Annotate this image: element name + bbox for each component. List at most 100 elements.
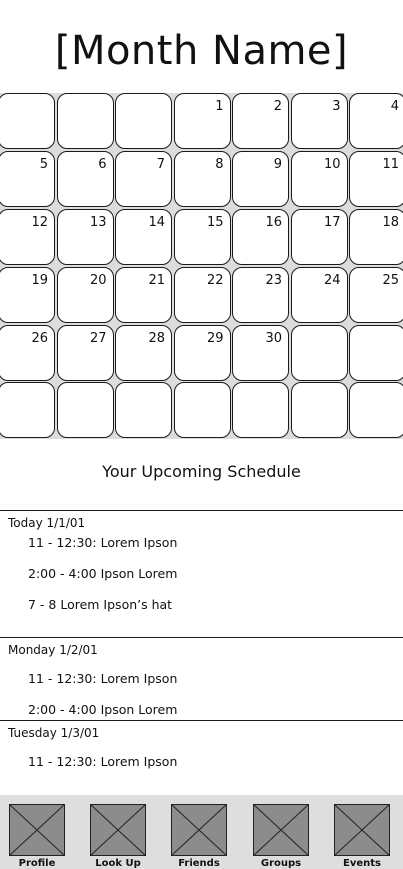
- tab-events[interactable]: Events: [333, 804, 391, 869]
- tab-label: Profile: [18, 858, 56, 869]
- calendar-day-cell[interactable]: 18: [349, 208, 403, 265]
- calendar-day-cell[interactable]: 21: [115, 266, 172, 323]
- tab-groups[interactable]: Groups: [252, 804, 310, 869]
- schedule-event[interactable]: 11 - 12:30: Lorem Ipson: [28, 535, 177, 550]
- schedule-event[interactable]: 2:00 - 4:00 Ipson Lorem: [28, 702, 177, 717]
- schedule-event[interactable]: 7 - 8 Lorem Ipson’s hat: [28, 597, 172, 612]
- calendar-day-cell[interactable]: 19: [0, 266, 55, 323]
- tab-label: Groups: [260, 858, 302, 869]
- calendar-day-cell[interactable]: 10: [290, 150, 348, 207]
- calendar-day-cell[interactable]: 25: [349, 266, 403, 323]
- tab-look-up[interactable]: Look Up: [89, 804, 147, 869]
- calendar-day-cell[interactable]: [173, 382, 231, 439]
- calendar-day-number: 3: [332, 99, 341, 114]
- calendar-day-cell[interactable]: 11: [349, 150, 403, 207]
- schedule-event[interactable]: 2:00 - 4:00 Ipson Lorem: [28, 566, 177, 581]
- calendar-day-cell[interactable]: 27: [56, 324, 114, 381]
- calendar-day-number: 13: [89, 214, 107, 230]
- calendar-day-cell[interactable]: 6: [56, 150, 114, 207]
- image-placeholder-icon: [90, 804, 146, 856]
- image-placeholder-icon: [9, 804, 65, 856]
- calendar-day-number: 7: [156, 156, 165, 172]
- calendar-day-cell[interactable]: [290, 324, 348, 381]
- calendar-day-cell[interactable]: 5: [0, 150, 55, 207]
- schedule-day[interactable]: Today 1/1/01 11 - 12:30: Lorem Ipson 2:0…: [0, 510, 403, 637]
- tab-label: Events: [343, 858, 381, 869]
- calendar-day-number: 16: [265, 214, 282, 230]
- calendar-day-number: 24: [323, 272, 341, 288]
- calendar-day-number: 11: [382, 156, 399, 172]
- calendar-day-number: 15: [206, 214, 224, 230]
- calendar-day-number: 19: [31, 272, 48, 288]
- calendar-day-cell[interactable]: 12: [0, 208, 55, 265]
- calendar-day-number: 5: [39, 156, 48, 172]
- calendar-day-number: 20: [89, 272, 107, 288]
- calendar-day-number: 6: [98, 156, 107, 172]
- calendar-day-cell[interactable]: [115, 93, 172, 149]
- calendar-day-cell[interactable]: 2: [232, 93, 289, 149]
- month-title: [Month Name]: [54, 28, 349, 74]
- calendar-day-cell[interactable]: 16: [232, 208, 289, 265]
- calendar-day-cell[interactable]: [56, 93, 114, 149]
- calendar-day-cell[interactable]: 1: [173, 93, 231, 149]
- image-placeholder-icon: [334, 804, 390, 856]
- calendar-day-number: 18: [382, 214, 399, 230]
- calendar-day-cell[interactable]: [0, 93, 55, 149]
- calendar-day-cell[interactable]: 26: [0, 324, 55, 381]
- calendar-day-number: 27: [89, 330, 107, 346]
- schedule-event[interactable]: 11 - 12:30: Lorem Ipson: [28, 754, 177, 769]
- tab-label: Friends: [178, 858, 220, 869]
- calendar-day-number: 23: [265, 272, 282, 288]
- calendar-day-cell[interactable]: 14: [115, 208, 172, 265]
- calendar-day-number: 14: [148, 214, 165, 230]
- calendar-day-number: 17: [323, 214, 341, 230]
- schedule-event[interactable]: 11 - 12:30: Lorem Ipson: [28, 671, 177, 686]
- calendar-day-number: 8: [215, 156, 224, 172]
- image-placeholder-icon: [253, 804, 309, 856]
- calendar-day-number: 22: [206, 272, 224, 288]
- calendar-day-cell[interactable]: 20: [56, 266, 114, 323]
- calendar-day-number: 4: [390, 99, 399, 114]
- calendar-grid: 1 2 3 4 5 6 7 8 9 10 11 12 13 14 15 16 17 18 19 20 21 22 23 24 2…: [0, 93, 403, 439]
- calendar-day-number: 29: [206, 330, 224, 346]
- calendar-day-cell[interactable]: 7: [115, 150, 172, 207]
- calendar-day-number: 26: [31, 330, 48, 346]
- calendar-day-cell[interactable]: 22: [173, 266, 231, 323]
- calendar-day-cell[interactable]: 28: [115, 324, 172, 381]
- tab-label: Look Up: [95, 858, 141, 869]
- calendar-day-cell[interactable]: 8: [173, 150, 231, 207]
- schedule-day-label: Tuesday 1/3/01: [8, 726, 100, 740]
- calendar-day-cell[interactable]: [290, 382, 348, 439]
- calendar-day-cell[interactable]: 3: [290, 93, 348, 149]
- schedule-day-label: Monday 1/2/01: [8, 643, 98, 657]
- calendar-day-cell[interactable]: 13: [56, 208, 114, 265]
- calendar-day-cell[interactable]: [115, 382, 172, 439]
- calendar-day-cell[interactable]: [56, 382, 114, 439]
- calendar-day-cell[interactable]: [0, 382, 55, 439]
- calendar-day-cell[interactable]: [349, 324, 403, 381]
- tab-friends[interactable]: Friends: [170, 804, 228, 869]
- image-placeholder-icon: [171, 804, 227, 856]
- calendar-day-number: 28: [148, 330, 165, 346]
- schedule-day-label: Today 1/1/01: [8, 516, 86, 530]
- calendar-day-cell[interactable]: 24: [290, 266, 348, 323]
- calendar-day-cell[interactable]: 9: [232, 150, 289, 207]
- calendar-day-cell[interactable]: [232, 382, 289, 439]
- calendar-day-cell[interactable]: 23: [232, 266, 289, 323]
- calendar-day-number: 10: [323, 156, 341, 172]
- calendar-day-cell[interactable]: 30: [232, 324, 289, 381]
- schedule-day[interactable]: Monday 1/2/01 11 - 12:30: Lorem Ipson 2:…: [0, 637, 403, 720]
- schedule-day[interactable]: Tuesday 1/3/01 11 - 12:30: Lorem Ipson: [0, 720, 403, 795]
- tab-profile[interactable]: Profile: [8, 804, 66, 869]
- calendar-day-cell[interactable]: 15: [173, 208, 231, 265]
- calendar-day-number: 30: [265, 330, 282, 346]
- calendar-day-cell[interactable]: 17: [290, 208, 348, 265]
- calendar-day-cell[interactable]: 29: [173, 324, 231, 381]
- calendar-day-cell[interactable]: [349, 382, 403, 439]
- calendar-day-number: 2: [273, 99, 282, 114]
- bottom-tab-bar: Profile Look Up Friends Groups Events: [0, 795, 403, 869]
- calendar-day-number: 21: [148, 272, 165, 288]
- calendar-day-number: 25: [382, 272, 399, 288]
- calendar-day-cell[interactable]: 4: [349, 93, 403, 149]
- calendar-day-number: 12: [31, 214, 48, 230]
